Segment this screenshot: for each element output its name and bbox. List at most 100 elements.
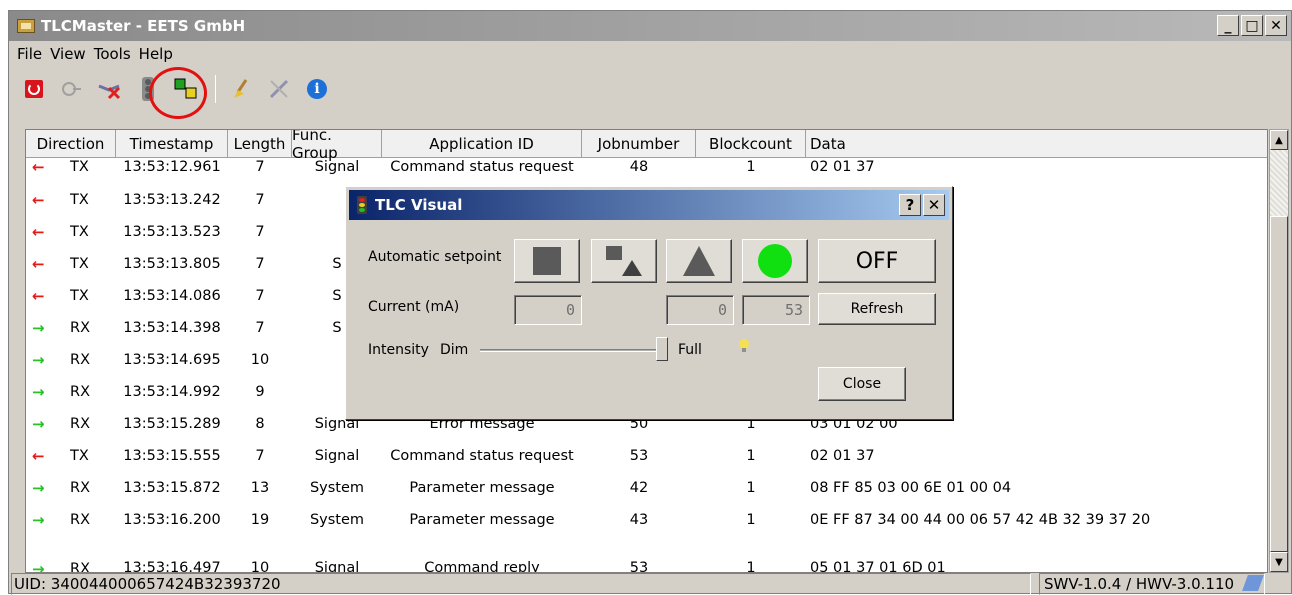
table-cell: Command status request — [390, 159, 574, 175]
table-cell: 13 — [250, 480, 270, 496]
table-cell: 02 01 37 — [810, 448, 875, 464]
table-cell: Parameter message — [409, 480, 555, 496]
window-title: TLCMaster - EETS GmbH — [41, 17, 246, 35]
setpoint-yellow-button[interactable] — [666, 239, 732, 283]
title-bar: TLCMaster - EETS GmbH _ □ ✕ — [9, 11, 1291, 41]
setpoint-green-button[interactable] — [742, 239, 808, 283]
table-cell: 08 FF 85 03 00 6E 01 00 04 — [810, 480, 1012, 496]
rx-arrow-icon: → — [32, 319, 45, 337]
table-cell: 13:53:16.200 — [123, 512, 221, 528]
table-cell: 48 — [629, 159, 649, 175]
menu-bar: File View Tools Help — [9, 43, 177, 65]
rx-arrow-icon: → — [32, 383, 45, 401]
direction-cell: → RX — [26, 511, 116, 529]
setpoint-redyellow-button[interactable] — [591, 239, 657, 283]
direction-cell: → RX — [26, 383, 116, 401]
tx-arrow-icon: ← — [32, 447, 45, 465]
rx-arrow-icon: → — [32, 351, 45, 369]
column-header[interactable]: Length — [228, 130, 292, 158]
minimize-button[interactable]: _ — [1217, 15, 1239, 36]
bulb-icon — [738, 339, 750, 353]
status-bar: UID: 340044000657424B32393720 SWV-1.0.4 … — [9, 571, 1291, 595]
dialog-title: TLC Visual — [375, 196, 463, 214]
menu-help[interactable]: Help — [135, 45, 177, 63]
menu-tools[interactable]: Tools — [90, 45, 135, 63]
dialog-help-button[interactable]: ? — [899, 194, 921, 216]
connect-icon — [62, 82, 81, 96]
column-header[interactable]: Application ID — [382, 130, 582, 158]
table-cell: Signal — [314, 448, 360, 464]
toolbar-separator — [215, 75, 216, 103]
column-header[interactable]: Jobnumber — [582, 130, 696, 158]
dialog-title-bar: TLC Visual ? ✕ — [349, 190, 949, 220]
table-cell: 1 — [746, 159, 756, 175]
automatic-setpoint-label: Automatic setpoint — [368, 249, 502, 265]
dim-label: Dim — [440, 342, 469, 358]
tools-button[interactable] — [262, 72, 296, 106]
direction-cell: → RX — [26, 415, 116, 433]
direction-text: RX — [70, 480, 91, 496]
square-icon — [533, 247, 561, 275]
table-cell: 13:53:15.289 — [123, 416, 221, 432]
broom-icon — [234, 79, 248, 98]
close-window-button[interactable]: ✕ — [1265, 15, 1287, 36]
intensity-slider-track[interactable] — [480, 349, 660, 352]
info-button[interactable]: i — [300, 72, 334, 106]
table-cell: 10 — [250, 352, 270, 368]
refresh-button[interactable]: Refresh — [818, 293, 936, 325]
column-header[interactable]: Data — [806, 130, 1267, 158]
info-icon: i — [307, 79, 327, 99]
scroll-track[interactable] — [1270, 150, 1288, 216]
column-header[interactable]: Direction — [26, 130, 116, 158]
table-cell: 13:53:13.242 — [123, 192, 221, 208]
toolbar: i — [9, 67, 429, 119]
vertical-scrollbar[interactable]: ▲ ▼ — [1269, 129, 1289, 573]
direction-cell: ← TX — [26, 158, 116, 176]
dialog-close-x-button[interactable]: ✕ — [923, 194, 945, 216]
version-status: SWV-1.0.4 / HWV-3.0.110 — [1039, 573, 1265, 595]
table-cell: System — [309, 512, 365, 528]
table-cell: 9 — [255, 384, 265, 400]
menu-view[interactable]: View — [46, 45, 90, 63]
table-row[interactable]: → RX 13:53:15.872 13 System Parameter message… — [26, 472, 1267, 504]
setpoint-red-button[interactable] — [514, 239, 580, 283]
table-cell: 13:53:14.398 — [123, 320, 221, 336]
direction-text: TX — [70, 256, 89, 272]
table-cell: 1 — [746, 480, 756, 496]
table-row[interactable]: → RX 13:53:16.200 19 System Parameter message… — [26, 504, 1267, 536]
table-row[interactable]: ← TX 13:53:15.555 7 Signal Command status req… — [26, 440, 1267, 472]
power-button[interactable] — [17, 72, 51, 106]
direction-text: RX — [70, 384, 91, 400]
current-red-display: 0 — [514, 295, 582, 325]
direction-cell: ← TX — [26, 255, 116, 273]
direction-text: TX — [70, 288, 89, 304]
table-row[interactable]: ← TX 13:53:12.961 7 Signal Command status req… — [26, 158, 1267, 176]
connect-button[interactable] — [55, 72, 89, 106]
table-cell: 13:53:15.555 — [123, 448, 221, 464]
close-button[interactable]: Close — [818, 367, 906, 401]
power-icon — [25, 80, 43, 98]
off-button[interactable]: OFF — [818, 239, 936, 283]
menu-file[interactable]: File — [13, 45, 46, 63]
table-cell: 1 — [746, 448, 756, 464]
current-yellow-display: 0 — [666, 295, 734, 325]
disconnect-icon — [98, 84, 121, 100]
table-cell: 02 01 37 — [810, 159, 875, 175]
clear-button[interactable] — [224, 72, 258, 106]
scroll-down-button[interactable]: ▼ — [1270, 552, 1288, 572]
maximize-button[interactable]: □ — [1241, 15, 1263, 36]
column-header[interactable]: Timestamp — [116, 130, 228, 158]
tx-arrow-icon: ← — [32, 158, 45, 176]
highlight-circle — [149, 67, 207, 119]
table-cell: 13:53:13.805 — [123, 256, 221, 272]
tx-arrow-icon: ← — [32, 255, 45, 273]
tx-arrow-icon: ← — [32, 223, 45, 241]
column-header[interactable]: Blockcount — [696, 130, 806, 158]
current-label: Current (mA) — [368, 299, 460, 315]
scroll-up-button[interactable]: ▲ — [1270, 130, 1288, 150]
intensity-slider-thumb[interactable] — [656, 337, 668, 361]
disconnect-button[interactable] — [93, 72, 127, 106]
scroll-thumb[interactable] — [1270, 216, 1288, 552]
direction-text: TX — [70, 192, 89, 208]
column-header[interactable]: Func. Group — [292, 130, 382, 162]
